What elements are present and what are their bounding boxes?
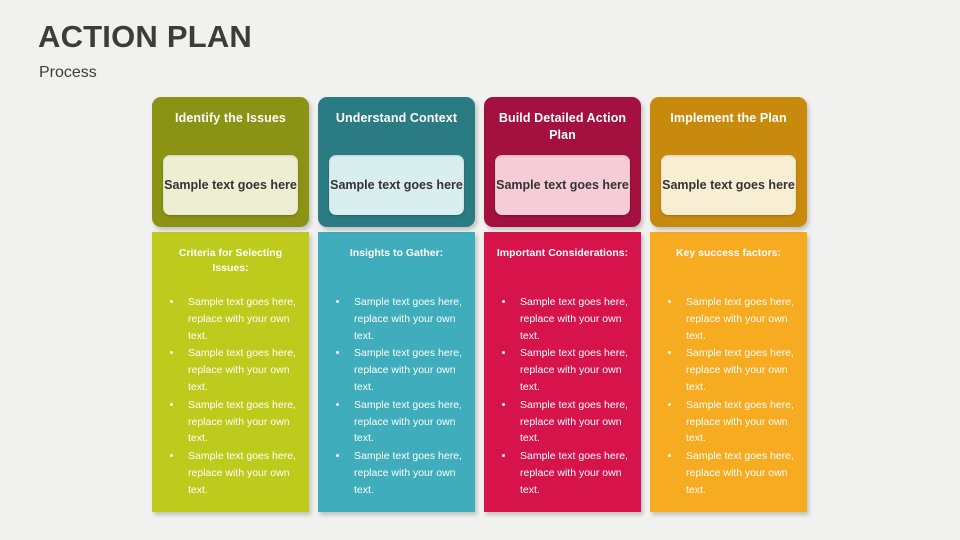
stage-header-card[interactable]: Build Detailed Action Plan Sample text go… (484, 97, 641, 227)
bullet-text: Sample text goes here, replace with your… (686, 347, 794, 393)
bullet-dot-icon (668, 300, 671, 303)
bullet-text: Sample text goes here, replace with your… (354, 450, 462, 496)
bullet-text: Sample text goes here, replace with your… (520, 296, 628, 342)
list-item: Sample text goes here, replace with your… (158, 397, 303, 447)
title-block: ACTION PLAN Process (38, 18, 558, 83)
process-column: Understand Context Sample text goes here I… (318, 97, 475, 512)
stage-title: Understand Context (335, 111, 458, 125)
list-item: Sample text goes here, replace with your… (158, 294, 303, 344)
detail-heading: Insights to Gather: (349, 247, 444, 259)
list-item: Sample text goes here, replace with your… (656, 345, 801, 395)
bullet-text: Sample text goes here, replace with your… (520, 398, 628, 445)
bullet-text: Sample text goes here, replace with your… (188, 347, 296, 393)
detail-heading: Key success factors: (675, 247, 782, 259)
process-column: Build Detailed Action Plan Sample text go… (484, 97, 641, 512)
slide-canvas: ACTION PLAN Process Identify the Issues S… (0, 0, 960, 540)
stage-header-card[interactable]: Identify the Issues Sample text goes here (152, 97, 309, 227)
list-item: Sample text goes here, replace with your… (324, 294, 469, 344)
stage-sample-box[interactable]: Sample text goes here (661, 155, 796, 215)
bullet-dot-icon (170, 454, 173, 458)
stage-sample-text: Sample text goes here (164, 178, 297, 192)
stage-detail-panel[interactable]: Criteria for Selecting Issues: Sample tex… (152, 232, 309, 512)
list-item: Sample text goes here, replace with your… (490, 397, 635, 447)
page-title: ACTION PLAN (38, 19, 253, 54)
stage-sample-text: Sample text goes here (330, 178, 463, 192)
stage-sample-text: Sample text goes here (662, 178, 795, 192)
bullet-text: Sample text goes here, replace with your… (188, 296, 296, 342)
bullet-dot-icon (170, 402, 173, 406)
bullet-text: Sample text goes here, replace with your… (686, 296, 794, 342)
list-item: Sample text goes here, replace with your… (490, 448, 635, 498)
bullet-dot-icon (502, 454, 505, 458)
stage-detail-panel[interactable]: Insights to Gather: Sample text goes here… (318, 232, 475, 512)
process-column: Implement the Plan Sample text goes here K… (650, 97, 807, 512)
stage-header-card[interactable]: Implement the Plan Sample text goes here (650, 97, 807, 227)
bullet-text: Sample text goes here, replace with your… (520, 347, 628, 393)
list-item: Sample text goes here, replace with your… (656, 397, 801, 447)
bullet-dot-icon (668, 351, 671, 355)
stage-sample-text: Sample text goes here (496, 178, 629, 192)
stage-detail-panel[interactable]: Key success factors: Sample text goes her… (650, 232, 807, 512)
bullet-dot-icon (668, 402, 671, 406)
stage-title: Build Detailed Action Plan (498, 111, 627, 142)
list-item: Sample text goes here, replace with your… (656, 448, 801, 498)
bullet-dot-icon (336, 351, 339, 355)
list-item: Sample text goes here, replace with your… (490, 345, 635, 395)
bullet-text: Sample text goes here, replace with your… (354, 347, 462, 393)
list-item: Sample text goes here, replace with your… (324, 397, 469, 447)
list-item: Sample text goes here, replace with your… (324, 345, 469, 395)
bullet-text: Sample text goes here, replace with your… (354, 398, 462, 445)
bullet-text: Sample text goes here, replace with your… (188, 450, 296, 496)
bullet-text: Sample text goes here, replace with your… (354, 296, 462, 342)
stage-sample-box[interactable]: Sample text goes here (163, 155, 298, 215)
bullet-dot-icon (170, 300, 173, 303)
stage-sample-box[interactable]: Sample text goes here (495, 155, 630, 215)
detail-bullet-list: Sample text goes here, replace with your… (490, 294, 635, 500)
stage-header-card[interactable]: Understand Context Sample text goes here (318, 97, 475, 227)
page-subtitle: Process (39, 64, 97, 81)
bullet-dot-icon (336, 402, 339, 406)
bullet-dot-icon (336, 454, 339, 458)
detail-bullet-list: Sample text goes here, replace with your… (324, 294, 469, 500)
bullet-dot-icon (502, 351, 505, 355)
bullet-text: Sample text goes here, replace with your… (188, 398, 296, 445)
bullet-text: Sample text goes here, replace with your… (686, 450, 794, 496)
list-item: Sample text goes here, replace with your… (656, 294, 801, 344)
bullet-dot-icon (502, 402, 505, 406)
bullet-dot-icon (170, 351, 173, 355)
stage-title: Identify the Issues (175, 111, 286, 125)
list-item: Sample text goes here, replace with your… (324, 448, 469, 498)
list-item: Sample text goes here, replace with your… (490, 294, 635, 344)
detail-heading: Criteria for Selecting Issues: (178, 247, 283, 274)
bullet-dot-icon (502, 300, 505, 303)
bullet-dot-icon (668, 454, 671, 458)
stage-title: Implement the Plan (670, 111, 787, 125)
list-item: Sample text goes here, replace with your… (158, 345, 303, 395)
process-column: Identify the Issues Sample text goes here… (152, 97, 309, 512)
detail-bullet-list: Sample text goes here, replace with your… (656, 294, 801, 500)
detail-heading: Important Considerations: (496, 247, 629, 259)
detail-bullet-list: Sample text goes here, replace with your… (158, 294, 303, 500)
process-columns: Identify the Issues Sample text goes here… (152, 97, 812, 512)
stage-detail-panel[interactable]: Important Considerations: Sample text goe… (484, 232, 641, 512)
bullet-text: Sample text goes here, replace with your… (686, 398, 794, 445)
bullet-text: Sample text goes here, replace with your… (520, 450, 628, 496)
bullet-dot-icon (336, 300, 339, 303)
stage-sample-box[interactable]: Sample text goes here (329, 155, 464, 215)
list-item: Sample text goes here, replace with your… (158, 448, 303, 498)
